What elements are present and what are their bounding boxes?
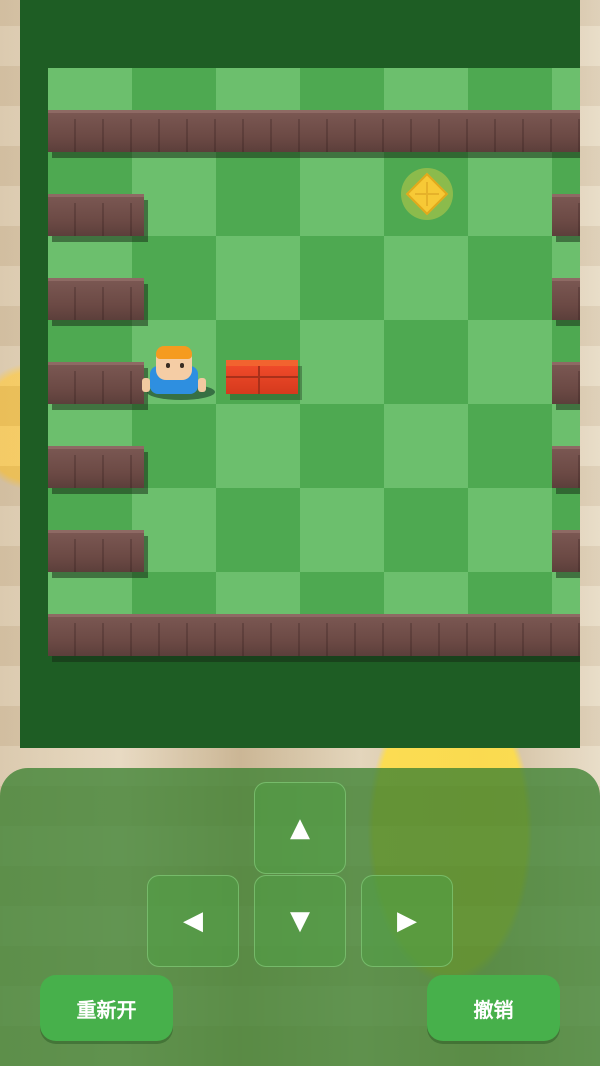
- down-button[interactable]: ▼: [254, 875, 346, 967]
- floor-tile: [468, 404, 552, 488]
- floor-tile: [132, 404, 216, 488]
- floor-tile: [216, 152, 300, 236]
- player-arm: [198, 378, 206, 392]
- right-button[interactable]: ▶: [361, 875, 453, 967]
- down-arrow-icon: ▼: [290, 906, 310, 936]
- floor-tile: [552, 68, 580, 110]
- floor-tile: [132, 152, 216, 236]
- player-character: [142, 346, 216, 402]
- control-panel: ▲ ◀ ▼ ▶ 重新开 撤销: [0, 768, 600, 1066]
- right-wall-segment: [552, 530, 580, 572]
- right-arrow-icon: ▶: [397, 906, 417, 936]
- floor-tile: [216, 404, 300, 488]
- player-eye: [180, 363, 184, 368]
- top-wall: [48, 110, 580, 152]
- goal-target: [401, 168, 453, 220]
- bottom-wall: [48, 614, 580, 656]
- left-wall-segment: [48, 194, 144, 236]
- floor-tile: [48, 68, 132, 110]
- floor-tile: [384, 68, 468, 110]
- pushable-box: [226, 360, 298, 394]
- left-wall-segment: [48, 530, 144, 572]
- left-wall-segment: [48, 278, 144, 320]
- floor-tile: [300, 320, 384, 404]
- floor-tile: [216, 236, 300, 320]
- left-arrow-icon: ◀: [183, 906, 203, 936]
- left-wall-segment: [48, 446, 144, 488]
- floor-tile: [300, 488, 384, 572]
- floor-tile: [300, 68, 384, 110]
- floor-tile: [300, 152, 384, 236]
- game-board-frame: [20, 0, 580, 748]
- floor-tile: [468, 488, 552, 572]
- floor-tile: [216, 68, 300, 110]
- floor-tile: [132, 236, 216, 320]
- floor-tile: [300, 404, 384, 488]
- goal-mark: [415, 193, 439, 195]
- player-eye: [166, 363, 170, 368]
- floor-tile: [300, 236, 384, 320]
- left-wall-segment: [48, 362, 144, 404]
- player-hair: [156, 346, 192, 359]
- undo-button[interactable]: 撤销: [427, 975, 560, 1041]
- floor-tile: [216, 488, 300, 572]
- floor-tile: [468, 68, 552, 110]
- floor-tile: [384, 488, 468, 572]
- floor-tile: [468, 236, 552, 320]
- up-arrow-icon: ▲: [290, 813, 310, 843]
- floor-tile: [468, 152, 552, 236]
- right-wall-segment: [552, 194, 580, 236]
- up-button[interactable]: ▲: [254, 782, 346, 874]
- box-brick-line: [258, 366, 260, 394]
- floor-tile: [384, 320, 468, 404]
- floor-tile: [132, 68, 216, 110]
- floor-tile: [468, 320, 552, 404]
- floor-tile: [132, 488, 216, 572]
- right-wall-segment: [552, 362, 580, 404]
- player-arm: [142, 378, 150, 392]
- right-wall-segment: [552, 446, 580, 488]
- left-button[interactable]: ◀: [147, 875, 239, 967]
- floor-tile: [384, 236, 468, 320]
- floor-tile: [384, 404, 468, 488]
- restart-button[interactable]: 重新开: [40, 975, 173, 1041]
- right-wall-segment: [552, 278, 580, 320]
